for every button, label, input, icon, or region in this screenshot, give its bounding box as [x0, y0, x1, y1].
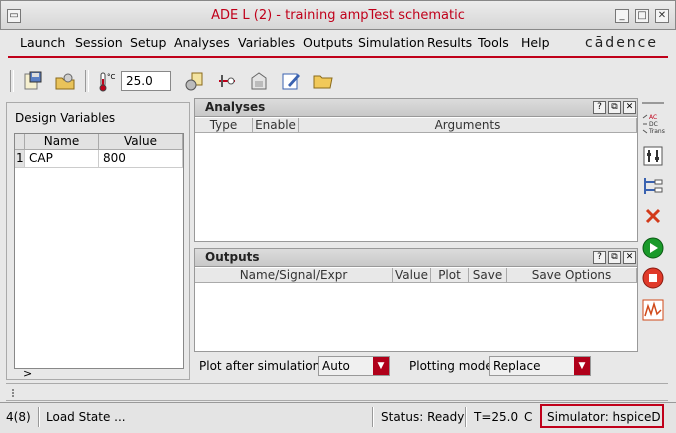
outputs-title: Outputs	[205, 250, 260, 264]
plot-after-simulation-value: Auto	[322, 359, 350, 373]
plot-column-header[interactable]: Plot	[431, 268, 469, 283]
status-message: Load State ...	[46, 410, 126, 424]
menu-bar: Launch Session Setup Analyses Variables …	[8, 30, 668, 58]
plotting-mode-value: Replace	[493, 359, 541, 373]
menu-simulation[interactable]: Simulation	[358, 35, 425, 50]
select-on-schematic-icon[interactable]	[216, 70, 238, 92]
analysis-trans-label: Trans	[648, 128, 665, 135]
help-icon[interactable]: ?	[593, 101, 606, 114]
status-index: 4(8)	[6, 410, 31, 424]
dock-grip[interactable]	[12, 389, 20, 397]
variable-value-cell[interactable]: 800	[99, 150, 183, 168]
toolbar: °C 25.0	[8, 64, 668, 100]
analysis-ac-label: AC	[649, 114, 657, 121]
stop-simulation-icon[interactable]	[641, 266, 665, 290]
close-panel-icon[interactable]: ✕	[623, 101, 636, 114]
status-separator	[38, 407, 40, 427]
open-folder-icon[interactable]	[312, 70, 334, 92]
outputs-panel: Outputs ? ⧉ ✕ Name/Signal/Expr Value Plo…	[194, 248, 638, 352]
plotting-mode-select[interactable]: Replace ▼	[489, 356, 591, 376]
analyses-header: Analyses ? ⧉ ✕	[195, 99, 637, 117]
design-variables-table: Name Value 1 CAP 800	[14, 133, 184, 369]
minimize-button[interactable]: _	[615, 9, 629, 23]
save-state-icon[interactable]	[22, 70, 44, 92]
analyses-title: Analyses	[205, 100, 266, 114]
menu-variables[interactable]: Variables	[238, 35, 295, 50]
menu-session[interactable]: Session	[75, 35, 123, 50]
temperature-input[interactable]: 25.0	[121, 71, 171, 91]
menu-setup[interactable]: Setup	[130, 35, 166, 50]
delete-icon[interactable]	[641, 204, 665, 228]
status-separator	[372, 407, 374, 427]
save-column-header[interactable]: Save	[469, 268, 507, 283]
variable-name-cell[interactable]: CAP	[25, 150, 99, 168]
design-variables-panel: Design Variables Name Value 1 CAP 800 >	[6, 102, 190, 380]
close-panel-icon[interactable]: ✕	[623, 251, 636, 264]
load-state-icon[interactable]	[54, 70, 76, 92]
plot-controls: Plot after simulation: Auto ▼ Plotting m…	[194, 354, 638, 378]
status-bar: 4(8) Load State ... Status: Ready T=25.0…	[0, 402, 676, 433]
plot-after-simulation-label: Plot after simulation:	[199, 359, 325, 373]
save-options-column-header[interactable]: Save Options	[507, 268, 637, 283]
menu-help[interactable]: Help	[521, 35, 550, 50]
analyses-panel: Analyses ? ⧉ ✕ Type Enable Arguments	[194, 98, 638, 242]
menu-launch[interactable]: Launch	[20, 35, 65, 50]
run-simulation-icon[interactable]	[641, 236, 665, 260]
window-title: ADE L (2) - training ampTest schematic	[211, 8, 465, 23]
analysis-dc-label: DC	[649, 121, 658, 128]
float-panel-icon[interactable]: ⧉	[608, 101, 621, 114]
status-temperature: T=25.0	[474, 410, 519, 424]
menu-analyses[interactable]: Analyses	[174, 35, 230, 50]
status-separator	[465, 407, 467, 427]
toolbar-grip[interactable]	[10, 70, 14, 92]
value-column-header[interactable]: Value	[393, 268, 431, 283]
simulator-indicator: Simulator: hspiceD	[540, 404, 664, 428]
edit-variables-icon[interactable]	[641, 144, 665, 168]
help-icon[interactable]: ?	[593, 251, 606, 264]
design-variables-title: Design Variables	[15, 111, 116, 125]
temperature-unit-label: °C	[107, 73, 116, 81]
menu-results[interactable]: Results	[427, 35, 472, 50]
maximize-button[interactable]: □	[635, 9, 649, 23]
toolbar-separator	[85, 70, 89, 92]
action-sidebar: AC DC Trans	[638, 98, 668, 380]
chevron-down-icon: ▼	[373, 357, 389, 375]
menu-tools[interactable]: Tools	[478, 35, 509, 50]
expand-arrow[interactable]: >	[23, 367, 32, 380]
name-column-header[interactable]: Name	[25, 134, 99, 150]
plot-outputs-icon[interactable]	[641, 298, 665, 322]
thermometer-icon: °C	[99, 72, 116, 92]
arguments-column-header[interactable]: Arguments	[299, 118, 637, 133]
close-window-button[interactable]: ✕	[655, 9, 669, 23]
name-signal-expr-column-header[interactable]: Name/Signal/Expr	[195, 268, 393, 283]
status-state: Status: Ready	[381, 410, 465, 424]
chevron-down-icon: ▼	[574, 357, 590, 375]
netlist-icon[interactable]	[248, 70, 270, 92]
title-bar: ▭ ADE L (2) - training ampTest schematic…	[0, 0, 676, 30]
choose-analyses-icon[interactable]: AC DC Trans	[641, 112, 665, 136]
float-panel-icon[interactable]: ⧉	[608, 251, 621, 264]
plot-after-simulation-select[interactable]: Auto ▼	[318, 356, 390, 376]
simulator-name: Simulator: hspiceD	[547, 410, 661, 424]
outputs-header: Outputs ? ⧉ ✕	[195, 249, 637, 267]
enable-column-header[interactable]: Enable	[253, 118, 299, 133]
menu-outputs[interactable]: Outputs	[303, 35, 353, 50]
value-column-header[interactable]: Value	[99, 134, 183, 150]
cadence-logo: cādence	[585, 35, 658, 51]
setup-outputs-icon[interactable]	[641, 174, 665, 198]
plotting-mode-label: Plotting mode:	[409, 359, 497, 373]
setup-models-icon[interactable]	[184, 70, 206, 92]
bottom-dock-strip	[6, 383, 668, 401]
edit-icon[interactable]	[280, 70, 302, 92]
row-index-header	[15, 134, 25, 150]
sidebar-grip[interactable]	[642, 102, 664, 104]
row-index: 1	[15, 150, 25, 168]
status-temperature-unit: C	[524, 410, 533, 424]
type-column-header[interactable]: Type	[195, 118, 253, 133]
